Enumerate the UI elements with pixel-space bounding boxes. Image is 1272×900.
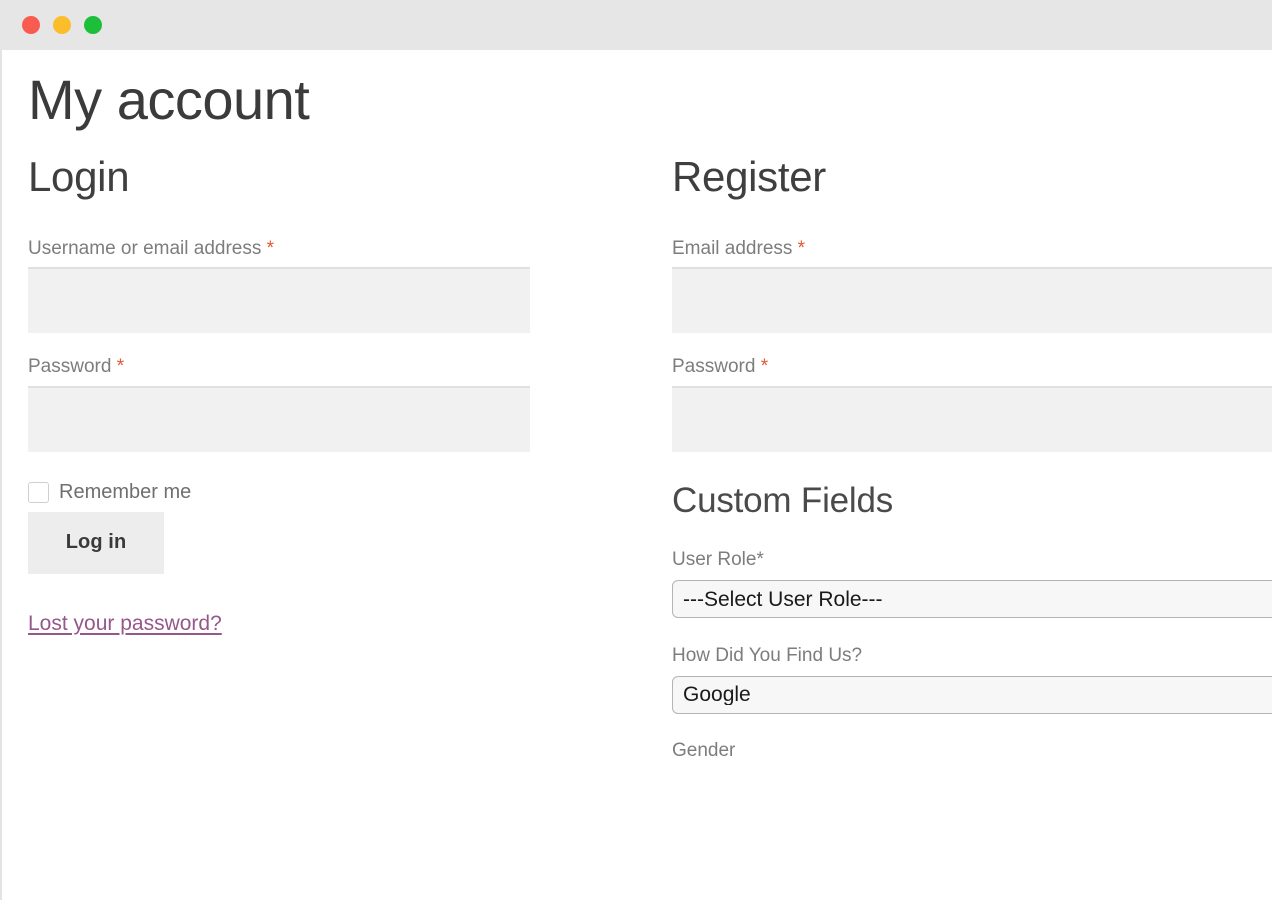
maximize-window-icon[interactable] [84, 16, 102, 34]
remember-me-label: Remember me [59, 481, 192, 504]
remember-me-checkbox[interactable] [28, 481, 49, 503]
log-in-button[interactable]: Log in [28, 511, 164, 574]
user-role-selected-value: ---Select User Role--- [683, 588, 883, 610]
register-password-label-text: Password [672, 356, 756, 378]
lost-password-link[interactable]: Lost your password? [28, 612, 222, 636]
traffic-light-controls [22, 16, 102, 34]
remember-me-row[interactable]: Remember me [28, 481, 600, 504]
browser-window: My account Login Username or email addre… [0, 0, 1272, 900]
page-title: My account [28, 68, 310, 131]
login-heading: Login [28, 153, 130, 201]
register-email-label: Email address * [672, 237, 1272, 262]
how-did-you-find-us-selected-value: Google [683, 684, 751, 706]
how-did-you-find-us-label-text: How Did You Find Us? [672, 645, 863, 667]
how-did-you-find-us-select[interactable]: Google [672, 675, 1272, 714]
user-role-field: User Role* ---Select User Role--- [672, 548, 1272, 619]
required-asterisk: * [266, 237, 275, 259]
register-column: Register Email address * Password * Cust… [672, 154, 1272, 761]
lost-password-row: Lost your password? [28, 574, 600, 636]
column-spacer [600, 154, 672, 761]
gender-field: Gender [672, 740, 1272, 762]
login-username-field: Username or email address * [28, 237, 600, 334]
how-did-you-find-us-label: How Did You Find Us? [672, 644, 1272, 669]
register-password-input[interactable] [672, 385, 1272, 452]
custom-fields-heading: Custom Fields [672, 480, 894, 520]
account-columns: Login Username or email address * Passwo… [28, 154, 1272, 761]
required-asterisk: * [797, 237, 806, 259]
register-email-field: Email address * [672, 237, 1272, 334]
register-email-label-text: Email address [672, 237, 793, 259]
window-titlebar [0, 0, 1272, 50]
user-role-label-text: User Role* [672, 549, 764, 571]
login-column: Login Username or email address * Passwo… [28, 154, 600, 761]
login-password-input[interactable] [28, 385, 530, 452]
user-role-label: User Role* [672, 548, 1272, 573]
register-password-field: Password * [672, 355, 1272, 452]
minimize-window-icon[interactable] [53, 16, 71, 34]
register-email-input[interactable] [672, 267, 1272, 334]
register-password-label: Password * [672, 355, 1272, 380]
required-asterisk: * [760, 356, 769, 378]
gender-label: Gender [672, 739, 736, 761]
login-username-label-text: Username or email address [28, 237, 262, 259]
login-password-label: Password * [28, 355, 600, 380]
page-content: My account Login Username or email addre… [2, 50, 1272, 762]
page-body: My account Login Username or email addre… [0, 50, 1272, 900]
user-role-select[interactable]: ---Select User Role--- [672, 580, 1272, 619]
register-heading: Register [672, 153, 826, 201]
close-window-icon[interactable] [22, 16, 40, 34]
login-username-input[interactable] [28, 267, 530, 334]
how-did-you-find-us-field: How Did You Find Us? Google [672, 644, 1272, 714]
required-asterisk: * [116, 356, 125, 378]
login-password-field: Password * [28, 355, 600, 452]
login-username-label: Username or email address * [28, 237, 600, 262]
login-password-label-text: Password [28, 356, 112, 378]
